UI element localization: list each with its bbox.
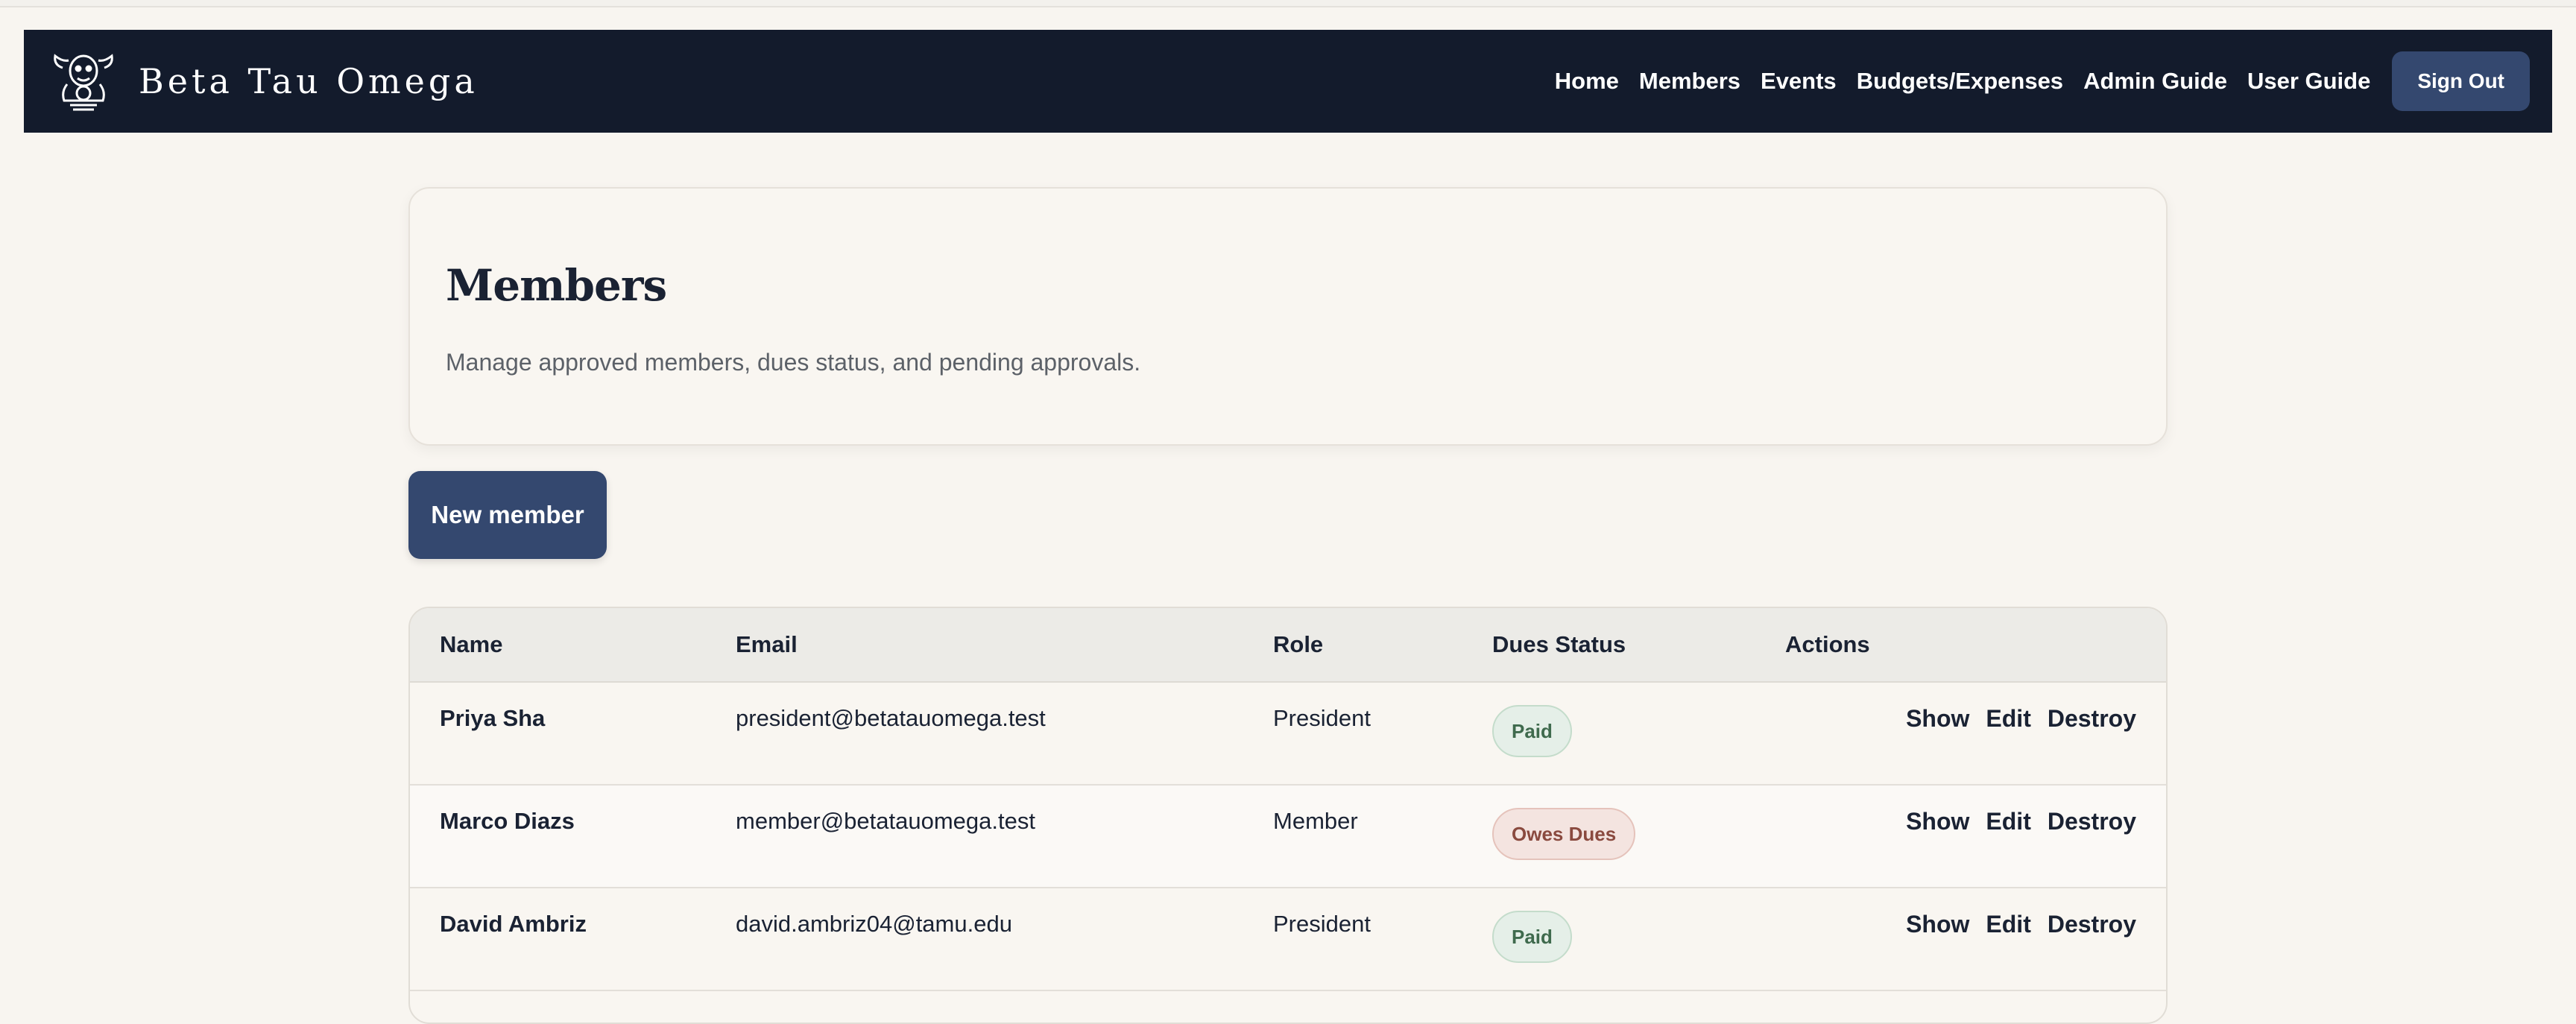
edit-link[interactable]: Edit	[1986, 909, 2030, 939]
page-header-card: Members Manage approved members, dues st…	[408, 187, 2168, 446]
table-row: Priya Sha president@betatauomega.test Pr…	[410, 683, 2166, 786]
crest-logo-icon	[45, 42, 122, 120]
nav-admin-guide-link[interactable]: Admin Guide	[2083, 68, 2227, 95]
sign-out-button[interactable]: Sign Out	[2392, 51, 2530, 111]
nav-user-guide-link[interactable]: User Guide	[2247, 68, 2370, 95]
nav-events-link[interactable]: Events	[1761, 68, 1837, 95]
show-link[interactable]: Show	[1906, 806, 1969, 836]
nav-home-link[interactable]: Home	[1555, 68, 1619, 95]
dues-status-badge: Owes Dues	[1492, 808, 1636, 860]
brand[interactable]: Beta Tau Omega	[45, 42, 479, 120]
member-name: Priya Sha	[440, 705, 546, 731]
edit-link[interactable]: Edit	[1986, 806, 2030, 836]
nav-members-link[interactable]: Members	[1639, 68, 1740, 95]
row-actions: Show Edit Destroy	[1906, 704, 2136, 733]
page-title: Members	[446, 260, 667, 311]
member-role: President	[1273, 911, 1371, 937]
member-role: Member	[1273, 808, 1358, 834]
member-email: member@betatauomega.test	[736, 808, 1035, 834]
destroy-link[interactable]: Destroy	[2048, 704, 2136, 733]
member-role: President	[1273, 705, 1371, 731]
column-header-name: Name	[440, 631, 503, 657]
row-actions: Show Edit Destroy	[1906, 806, 2136, 836]
row-actions: Show Edit Destroy	[1906, 909, 2136, 939]
member-name: Marco Diazs	[440, 808, 575, 834]
column-header-dues-status: Dues Status	[1492, 631, 1626, 657]
new-member-button[interactable]: New member	[408, 471, 607, 559]
column-header-role: Role	[1273, 631, 1324, 657]
brand-name: Beta Tau Omega	[139, 61, 479, 101]
table-row: David Ambriz david.ambriz04@tamu.edu Pre…	[410, 888, 2166, 991]
member-email: president@betatauomega.test	[736, 705, 1046, 731]
members-table: Name Email Role Dues Status Actions Priy…	[408, 607, 2168, 1024]
dues-status-badge: Paid	[1492, 911, 1572, 963]
show-link[interactable]: Show	[1906, 704, 1969, 733]
member-name: David Ambriz	[440, 911, 587, 937]
column-header-email: Email	[736, 631, 798, 657]
main-nav: Home Members Events Budgets/Expenses Adm…	[1555, 51, 2530, 111]
edit-link[interactable]: Edit	[1986, 704, 2030, 733]
browser-top-strip	[0, 0, 2576, 7]
dues-status-badge: Paid	[1492, 705, 1572, 757]
page-subtitle: Manage approved members, dues status, an…	[446, 349, 1141, 376]
member-email: david.ambriz04@tamu.edu	[736, 911, 1012, 937]
destroy-link[interactable]: Destroy	[2048, 806, 2136, 836]
column-header-actions: Actions	[1785, 631, 1870, 657]
table-header: Name Email Role Dues Status Actions	[410, 608, 2166, 683]
nav-budgets-expenses-link[interactable]: Budgets/Expenses	[1857, 68, 2063, 95]
show-link[interactable]: Show	[1906, 909, 1969, 939]
table-row: Marco Diazs member@betatauomega.test Mem…	[410, 786, 2166, 888]
navbar: Beta Tau Omega Home Members Events Budge…	[24, 30, 2552, 133]
destroy-link[interactable]: Destroy	[2048, 909, 2136, 939]
